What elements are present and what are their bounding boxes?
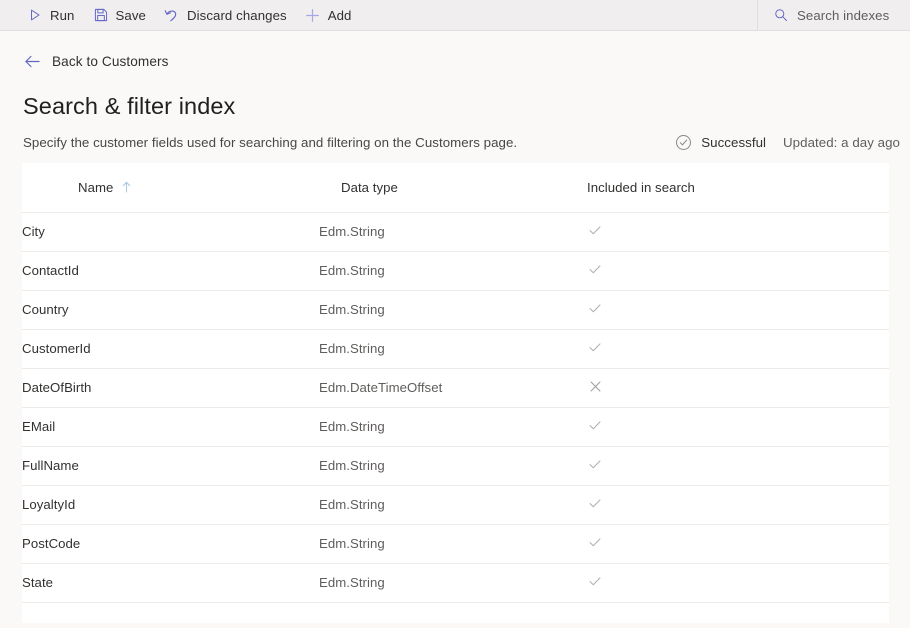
discard-changes-button[interactable]: Discard changes bbox=[155, 0, 296, 30]
save-button[interactable]: Save bbox=[84, 0, 155, 30]
cell-field-name: EMail bbox=[22, 407, 319, 446]
search-indexes-placeholder: Search indexes bbox=[797, 8, 889, 23]
column-header-name-label: Name bbox=[78, 180, 113, 195]
cell-field-name: Country bbox=[22, 290, 319, 329]
checkmark-icon bbox=[587, 339, 603, 355]
add-button-label: Add bbox=[328, 8, 352, 23]
cell-included-in-search bbox=[565, 290, 889, 329]
cell-data-type: Edm.String bbox=[319, 407, 565, 446]
table-header: Name Data type Included in search bbox=[22, 163, 889, 212]
table-row[interactable]: DateOfBirthEdm.DateTimeOffset bbox=[22, 368, 889, 407]
discard-changes-button-label: Discard changes bbox=[187, 8, 287, 23]
cell-included-in-search bbox=[565, 212, 889, 251]
play-triangle-icon bbox=[27, 7, 43, 23]
table-row[interactable]: EMailEdm.String bbox=[22, 407, 889, 446]
run-button-label: Run bbox=[50, 8, 75, 23]
table-row[interactable]: PostCodeEdm.String bbox=[22, 524, 889, 563]
cell-data-type: Edm.String bbox=[319, 524, 565, 563]
cell-included-in-search bbox=[565, 446, 889, 485]
cell-field-name: PostCode bbox=[22, 524, 319, 563]
cell-included-in-search bbox=[565, 329, 889, 368]
checkmark-icon bbox=[587, 573, 603, 589]
plus-icon bbox=[305, 7, 321, 23]
checkmark-icon bbox=[587, 534, 603, 550]
checkmark-icon bbox=[587, 261, 603, 277]
page-title: Search & filter index bbox=[23, 95, 910, 119]
cell-included-in-search bbox=[565, 407, 889, 446]
column-header-included-in-search[interactable]: Included in search bbox=[565, 163, 889, 212]
table-row[interactable]: StateEdm.String bbox=[22, 563, 889, 602]
cell-data-type: Edm.String bbox=[319, 212, 565, 251]
checkmark-icon bbox=[587, 495, 603, 511]
column-header-data-type-label: Data type bbox=[341, 180, 398, 195]
table-row[interactable]: ContactIdEdm.String bbox=[22, 251, 889, 290]
checkmark-icon bbox=[587, 222, 603, 238]
sort-ascending-icon bbox=[121, 181, 132, 193]
fields-table-card: Name Data type Included in search C bbox=[22, 163, 889, 623]
search-indexes-field[interactable]: Search indexes bbox=[757, 0, 910, 30]
cell-field-name: ContactId bbox=[22, 251, 319, 290]
search-icon bbox=[773, 8, 788, 23]
cell-data-type: Edm.String bbox=[319, 290, 565, 329]
status-badge: Successful bbox=[675, 134, 766, 151]
cell-included-in-search bbox=[565, 524, 889, 563]
cell-field-name: State bbox=[22, 563, 319, 602]
cell-field-name: CustomerId bbox=[22, 329, 319, 368]
checkmark-icon bbox=[587, 417, 603, 433]
table-row[interactable]: LoyaltyIdEdm.String bbox=[22, 485, 889, 524]
cell-field-name: City bbox=[22, 212, 319, 251]
command-bar-actions: Run Save Discard changes bbox=[0, 0, 360, 30]
check-circle-icon bbox=[675, 134, 692, 151]
cell-included-in-search bbox=[565, 563, 889, 602]
back-to-customers-label: Back to Customers bbox=[52, 54, 169, 69]
table-row[interactable]: CityEdm.String bbox=[22, 212, 889, 251]
command-bar: Run Save Discard changes bbox=[0, 0, 910, 31]
table-row[interactable]: CustomerIdEdm.String bbox=[22, 329, 889, 368]
table-row[interactable]: CountryEdm.String bbox=[22, 290, 889, 329]
column-header-included-label: Included in search bbox=[587, 180, 695, 195]
save-floppy-icon bbox=[93, 7, 109, 23]
cell-data-type: Edm.DateTimeOffset bbox=[319, 368, 565, 407]
cell-data-type: Edm.String bbox=[319, 329, 565, 368]
table-header-row: Name Data type Included in search bbox=[22, 163, 889, 212]
column-header-name[interactable]: Name bbox=[22, 163, 319, 212]
cell-data-type: Edm.String bbox=[319, 251, 565, 290]
cell-field-name: DateOfBirth bbox=[22, 368, 319, 407]
arrow-left-icon bbox=[23, 52, 41, 70]
undo-arrow-icon bbox=[164, 7, 180, 23]
updated-timestamp: Updated: a day ago bbox=[783, 135, 900, 150]
cell-data-type: Edm.String bbox=[319, 485, 565, 524]
page-subheader-row: Specify the customer fields used for sea… bbox=[23, 134, 910, 151]
page-subtitle: Specify the customer fields used for sea… bbox=[23, 135, 517, 150]
fields-table: Name Data type Included in search C bbox=[22, 163, 889, 603]
cell-data-type: Edm.String bbox=[319, 563, 565, 602]
cell-field-name: FullName bbox=[22, 446, 319, 485]
cell-included-in-search bbox=[565, 251, 889, 290]
run-button[interactable]: Run bbox=[18, 0, 84, 30]
cell-included-in-search bbox=[565, 485, 889, 524]
table-body: CityEdm.StringContactIdEdm.StringCountry… bbox=[22, 212, 889, 602]
cell-data-type: Edm.String bbox=[319, 446, 565, 485]
cell-field-name: LoyaltyId bbox=[22, 485, 319, 524]
column-header-data-type[interactable]: Data type bbox=[319, 163, 565, 212]
back-to-customers-link[interactable]: Back to Customers bbox=[23, 52, 169, 70]
save-button-label: Save bbox=[116, 8, 146, 23]
page-header: Search & filter index Specify the custom… bbox=[23, 95, 910, 152]
cell-included-in-search bbox=[565, 368, 889, 407]
cross-icon bbox=[587, 379, 603, 395]
checkmark-icon bbox=[587, 300, 603, 316]
command-bar-spacer bbox=[360, 0, 757, 30]
status-label: Successful bbox=[701, 135, 766, 150]
checkmark-icon bbox=[587, 456, 603, 472]
table-row[interactable]: FullNameEdm.String bbox=[22, 446, 889, 485]
add-button[interactable]: Add bbox=[296, 0, 361, 30]
